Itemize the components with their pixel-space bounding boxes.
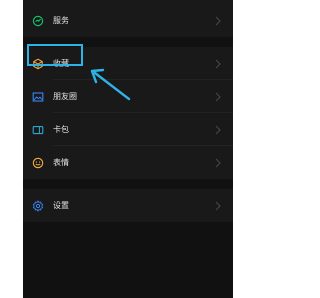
menu-item-label: 卡包 <box>53 124 69 134</box>
menu-list: 服务 收藏 朋友圈 卡包 表情 设置 <box>23 4 233 222</box>
menu-item-label: 服务 <box>53 15 69 25</box>
menu-item-stickers[interactable]: 表情 <box>23 146 233 179</box>
menu-item-service[interactable]: 服务 <box>23 4 233 37</box>
moments-icon <box>32 91 44 103</box>
chevron-right-icon <box>215 92 221 101</box>
sticker-icon <box>32 157 44 169</box>
group-gap <box>23 179 233 189</box>
chevron-right-icon <box>215 125 221 134</box>
menu-group-service: 服务 <box>23 4 233 37</box>
chevron-right-icon <box>215 201 221 210</box>
menu-group-main: 收藏 朋友圈 卡包 表情 <box>23 47 233 179</box>
chevron-right-icon <box>215 158 221 167</box>
chevron-right-icon <box>215 59 221 68</box>
menu-item-settings[interactable]: 设置 <box>23 189 233 222</box>
menu-item-label: 设置 <box>53 200 69 210</box>
chevron-right-icon <box>215 16 221 25</box>
settings-icon <box>32 199 44 212</box>
menu-group-settings: 设置 <box>23 189 233 222</box>
favorites-highlight-box <box>27 44 83 66</box>
phone-frame: 服务 收藏 朋友圈 卡包 表情 设置 <box>0 0 250 298</box>
menu-item-label: 表情 <box>53 157 69 167</box>
cards-icon <box>32 124 44 136</box>
menu-item-moments[interactable]: 朋友圈 <box>23 80 233 113</box>
menu-item-label: 朋友圈 <box>53 91 77 101</box>
menu-item-cards[interactable]: 卡包 <box>23 113 233 146</box>
me-screen: 服务 收藏 朋友圈 卡包 表情 设置 <box>23 0 233 298</box>
service-icon <box>32 15 44 27</box>
